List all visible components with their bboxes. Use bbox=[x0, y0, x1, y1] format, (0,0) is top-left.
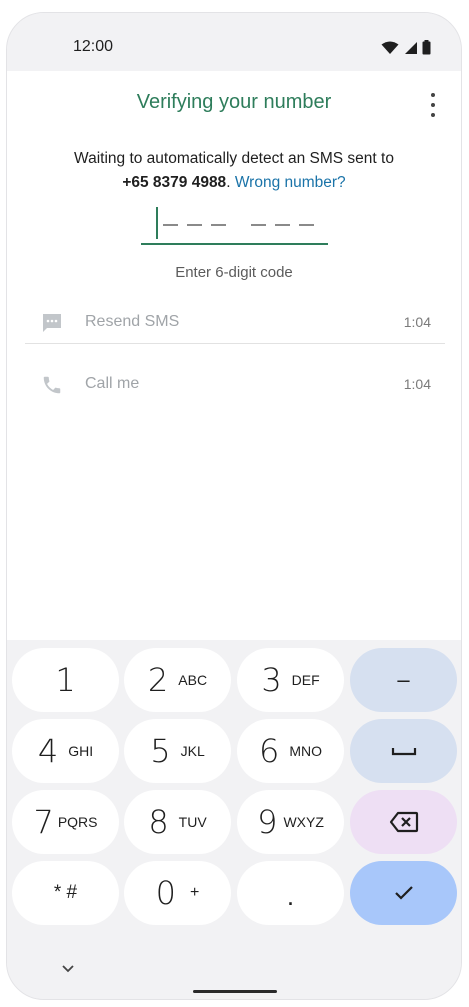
key-letters: JKL bbox=[180, 743, 205, 759]
key-letters: DEF bbox=[291, 672, 320, 688]
message-icon bbox=[43, 314, 61, 332]
key-letters: TUV bbox=[178, 814, 207, 830]
text-cursor bbox=[156, 207, 158, 239]
resend-sms-option[interactable]: Resend SMS 1:04 bbox=[25, 298, 445, 348]
space-key[interactable] bbox=[350, 719, 457, 783]
key-1[interactable]: 1 bbox=[12, 648, 119, 712]
key-letters: GHI bbox=[68, 743, 94, 759]
key-digit: 9 bbox=[257, 803, 278, 841]
key-digit: 0 bbox=[155, 874, 176, 912]
chevron-down-icon[interactable] bbox=[61, 962, 75, 976]
key-7[interactable]: 7 PQRS bbox=[12, 790, 119, 854]
sms-message: Waiting to automatically detect an SMS s… bbox=[7, 147, 461, 195]
key-3[interactable]: 3 DEF bbox=[237, 648, 344, 712]
key-digit: 8 bbox=[148, 803, 169, 841]
key-6[interactable]: 6 MNO bbox=[237, 719, 344, 783]
key-letters: WXYZ bbox=[283, 814, 324, 830]
call-me-timer: 1:04 bbox=[403, 376, 431, 392]
key-letters: PQRS bbox=[57, 814, 98, 830]
verification-screen: Verifying your number Waiting to automat… bbox=[7, 71, 461, 640]
status-bar: 12:00 bbox=[7, 13, 461, 71]
code-slot bbox=[251, 224, 266, 226]
phone-frame: 12:00 Verifying your number Waiting to a… bbox=[6, 12, 462, 1000]
phone-icon bbox=[43, 376, 61, 394]
period-key[interactable]: . bbox=[237, 861, 344, 925]
key-4[interactable]: 4 GHI bbox=[12, 719, 119, 783]
more-options-icon[interactable] bbox=[425, 93, 441, 117]
key-0[interactable]: 0 + bbox=[124, 861, 231, 925]
key-digit: 5 bbox=[150, 732, 171, 770]
wrong-number-link[interactable]: Wrong number? bbox=[235, 174, 346, 191]
wifi-icon bbox=[381, 41, 399, 54]
key-digit: 3 bbox=[261, 661, 282, 699]
key-digit: 4 bbox=[37, 732, 59, 770]
key-digit: 2 bbox=[147, 661, 169, 699]
key-2[interactable]: 2 ABC bbox=[124, 648, 231, 712]
resend-sms-timer: 1:04 bbox=[403, 314, 431, 330]
star-hash-key[interactable]: * # bbox=[12, 861, 119, 925]
backspace-icon bbox=[389, 811, 418, 833]
minus-symbol: – bbox=[397, 667, 410, 692]
code-slot bbox=[187, 224, 202, 226]
key-digit: 6 bbox=[258, 732, 280, 770]
message-line: Waiting to automatically detect an SMS s… bbox=[74, 150, 394, 167]
status-icons bbox=[381, 40, 431, 55]
code-slot bbox=[211, 224, 226, 226]
code-hint: Enter 6-digit code bbox=[175, 264, 293, 281]
code-slot bbox=[275, 224, 290, 226]
space-icon bbox=[391, 748, 416, 756]
key-8[interactable]: 8 TUV bbox=[124, 790, 231, 854]
minus-key[interactable]: – bbox=[350, 648, 457, 712]
key-digit: 1 bbox=[55, 661, 76, 699]
message-separator: . bbox=[226, 174, 235, 191]
code-slot bbox=[163, 224, 178, 226]
done-key[interactable] bbox=[350, 861, 457, 925]
phone-number: +65 8379 4988 bbox=[122, 174, 227, 191]
code-input[interactable] bbox=[141, 205, 328, 245]
key-9[interactable]: 9 WXYZ bbox=[237, 790, 344, 854]
status-time: 12:00 bbox=[73, 38, 114, 55]
signal-icon bbox=[405, 41, 417, 54]
star-hash-symbol: * # bbox=[53, 882, 78, 903]
battery-icon bbox=[422, 40, 431, 55]
key-digit: 7 bbox=[33, 803, 54, 841]
code-slot bbox=[299, 224, 314, 226]
key-letters: + bbox=[190, 884, 200, 901]
period-symbol: . bbox=[286, 880, 295, 911]
key-5[interactable]: 5 JKL bbox=[124, 719, 231, 783]
page-title: Verifying your number bbox=[136, 91, 332, 113]
call-me-option[interactable]: Call me 1:04 bbox=[25, 360, 445, 410]
key-letters: MNO bbox=[289, 743, 323, 759]
numeric-keypad: 1 2 ABC 3 DEF – 4 GHI 5 JKL 6 MNO 7 PQRS 8 TUV … bbox=[7, 640, 461, 999]
home-indicator[interactable] bbox=[193, 990, 277, 993]
checkmark-icon bbox=[394, 886, 413, 900]
backspace-key[interactable] bbox=[350, 790, 457, 854]
resend-sms-label: Resend SMS bbox=[85, 313, 180, 330]
divider bbox=[25, 343, 445, 344]
key-letters: ABC bbox=[178, 672, 208, 688]
call-me-label: Call me bbox=[85, 375, 140, 392]
